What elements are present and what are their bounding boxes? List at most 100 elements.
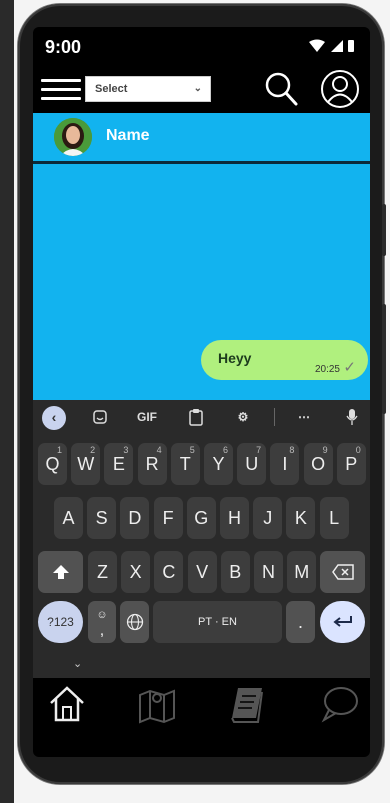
keyboard-footer: ⌄ — [33, 657, 370, 678]
key-sublabel: 6 — [222, 445, 228, 455]
message-bubble[interactable]: Heyy 20:25 ✓ — [201, 340, 368, 380]
key-sublabel: 4 — [156, 445, 162, 455]
key-label: D — [128, 508, 142, 528]
key-label: T — [179, 454, 191, 474]
key-label: Z — [97, 562, 108, 582]
keyboard-toolbar: ‹ GIF ⚙ ⋯ — [33, 400, 370, 434]
key-label: Q — [45, 454, 60, 474]
backspace-key[interactable] — [320, 551, 365, 593]
enter-key[interactable] — [320, 601, 365, 643]
key-h[interactable]: H — [220, 497, 249, 539]
comma-key[interactable]: ☺ , — [88, 601, 116, 643]
key-label: K — [294, 508, 307, 528]
key-label: A — [62, 508, 75, 528]
key-u[interactable]: U7 — [237, 443, 267, 485]
key-g[interactable]: G — [186, 497, 216, 539]
symbols-key[interactable]: ?123 — [38, 601, 83, 643]
sticker-icon[interactable] — [87, 406, 113, 428]
key-v[interactable]: V — [187, 551, 217, 593]
gif-button[interactable]: GIF — [132, 406, 162, 428]
key-label: Y — [212, 454, 225, 474]
chat-icon[interactable] — [320, 684, 360, 724]
chevron-down-icon: ⌄ — [193, 83, 202, 94]
key-sublabel: 1 — [56, 445, 62, 455]
key-f[interactable]: F — [153, 497, 183, 539]
key-q[interactable]: Q1 — [38, 443, 67, 485]
key-sublabel: 0 — [355, 445, 361, 455]
hamburger-icon[interactable] — [41, 73, 81, 105]
search-icon[interactable] — [263, 69, 301, 109]
key-label: L — [329, 508, 340, 528]
key-label: P — [345, 454, 358, 474]
user-icon[interactable] — [320, 69, 360, 109]
key-label: G — [194, 508, 209, 528]
key-k[interactable]: K — [286, 497, 316, 539]
bottom-nav — [33, 678, 370, 730]
toolbar-divider — [274, 408, 275, 426]
key-label: E — [112, 454, 125, 474]
clipboard-icon[interactable] — [183, 406, 209, 428]
comma-label: , — [99, 622, 105, 639]
status-time: 9:00 — [45, 37, 82, 57]
avatar — [54, 118, 92, 156]
key-e[interactable]: E3 — [104, 443, 134, 485]
book-icon[interactable] — [228, 684, 268, 724]
key-d[interactable]: D — [120, 497, 150, 539]
key-a[interactable]: A — [54, 497, 83, 539]
power-button — [382, 304, 386, 414]
key-n[interactable]: N — [254, 551, 283, 593]
key-s[interactable]: S — [87, 497, 117, 539]
more-icon[interactable]: ⋯ — [291, 406, 317, 428]
select-value: Select — [95, 83, 128, 95]
map-icon[interactable] — [137, 684, 177, 724]
key-x[interactable]: X — [121, 551, 151, 593]
key-sublabel: 2 — [90, 445, 96, 455]
key-r[interactable]: R4 — [137, 443, 167, 485]
contact-name: Name — [106, 127, 150, 144]
shift-key[interactable] — [38, 551, 83, 593]
select-dropdown[interactable]: Select ⌄ — [85, 76, 211, 102]
enter-icon — [332, 616, 352, 627]
key-c[interactable]: C — [154, 551, 184, 593]
app-header: Select ⌄ — [33, 65, 370, 111]
key-label: S — [95, 508, 108, 528]
period-key[interactable]: . — [286, 601, 315, 643]
key-label: O — [311, 454, 326, 474]
key-o[interactable]: O9 — [303, 443, 333, 485]
key-sublabel: 7 — [256, 445, 262, 455]
contact-bar[interactable]: Name — [33, 113, 370, 164]
back-arrow-icon[interactable]: ‹ — [42, 406, 66, 430]
globe-icon — [126, 613, 143, 631]
key-sublabel: 8 — [289, 445, 295, 455]
home-icon[interactable] — [47, 684, 87, 724]
settings-icon[interactable]: ⚙ — [230, 406, 256, 428]
key-m[interactable]: M — [287, 551, 317, 593]
key-label: X — [129, 562, 142, 582]
key-label: H — [228, 508, 241, 528]
screen: 9:00 Select ⌄ Name Heyy 20:25 ✓ ‹ GIF ⚙ … — [33, 27, 370, 757]
key-j[interactable]: J — [253, 497, 283, 539]
key-label: U — [245, 454, 259, 474]
message-time: 20:25 — [314, 364, 340, 375]
chevron-down-icon[interactable]: ⌄ — [73, 657, 82, 670]
key-sublabel: 5 — [189, 445, 195, 455]
key-l[interactable]: L — [319, 497, 349, 539]
key-label: V — [196, 562, 209, 582]
key-w[interactable]: W2 — [71, 443, 101, 485]
key-t[interactable]: T5 — [170, 443, 200, 485]
key-i[interactable]: I8 — [270, 443, 300, 485]
space-key[interactable]: PT · EN — [153, 601, 282, 643]
message-text: Heyy — [218, 350, 252, 366]
status-icons — [308, 39, 360, 58]
emoji-icon: ☺ — [96, 609, 108, 621]
key-y[interactable]: Y6 — [204, 443, 233, 485]
key-label: C — [162, 562, 176, 582]
keyboard: ‹ GIF ⚙ ⋯ Q 1 W 2 E 3 R 4 T 5 Y 6 U 7 I … — [33, 400, 370, 678]
key-p[interactable]: P0 — [336, 443, 366, 485]
volume-button — [382, 204, 386, 256]
mic-icon[interactable] — [339, 406, 365, 428]
globe-key[interactable] — [120, 601, 149, 643]
status-bar: 9:00 — [33, 27, 370, 63]
key-z[interactable]: Z — [88, 551, 117, 593]
key-b[interactable]: B — [220, 551, 250, 593]
